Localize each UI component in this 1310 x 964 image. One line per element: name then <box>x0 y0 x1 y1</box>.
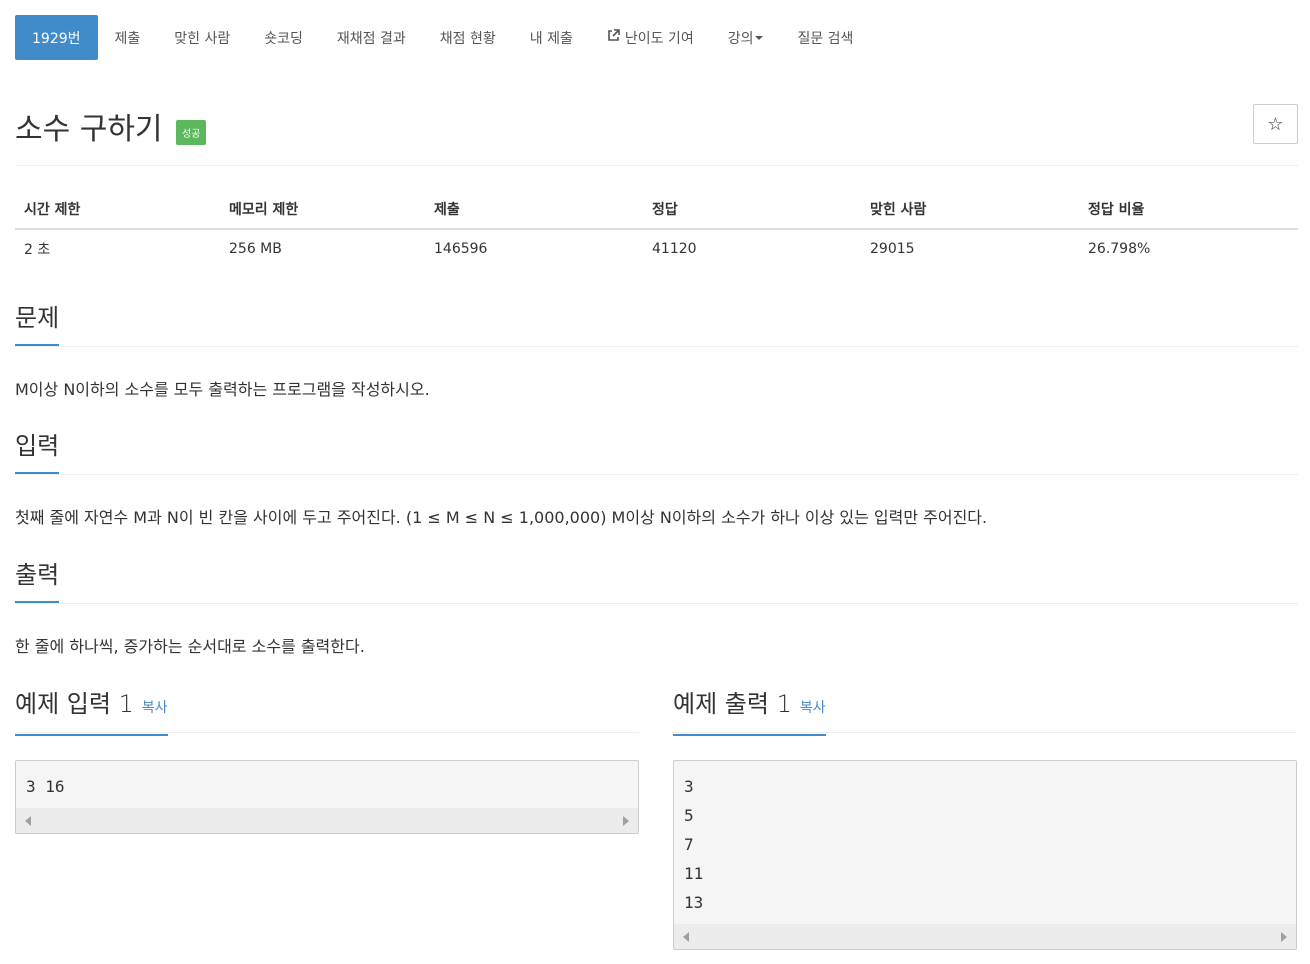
col-solved-users: 맞힌 사람 <box>861 190 1079 230</box>
section-heading: 입력 <box>15 428 1298 475</box>
nav-rejudge-results[interactable]: 재채점 결과 <box>320 15 423 60</box>
copy-sample-output-link[interactable]: 복사 <box>800 700 826 716</box>
sample-input-title: 예제 입력 1 <box>15 690 134 718</box>
description-heading: 문제 <box>15 300 60 346</box>
col-accept-ratio: 정답 비율 <box>1079 190 1298 230</box>
problem-nav: 1929번 제출 맞힌 사람 숏코딩 재채점 결과 채점 현황 내 제출 난이도… <box>15 15 870 60</box>
horizontal-scrollbar[interactable] <box>16 808 638 833</box>
nav-label: 제출 <box>114 30 141 47</box>
description-section: 문제 M이상 N이하의 소수를 모두 출력하는 프로그램을 작성하시오. <box>15 300 1298 401</box>
caret-down-icon <box>755 35 764 40</box>
nav-label: 숏코딩 <box>264 30 303 47</box>
sample-output-heading: 예제 출력 1 복사 <box>673 686 826 736</box>
output-text: 한 줄에 하나씩, 증가하는 순서대로 소수를 출력한다. <box>15 637 365 656</box>
scroll-right-icon[interactable] <box>623 816 629 826</box>
output-section: 출력 한 줄에 하나씩, 증가하는 순서대로 소수를 출력한다. <box>15 557 1298 658</box>
star-icon: ☆ <box>1267 113 1284 135</box>
accept-ratio-value: 26.798% <box>1088 241 1151 257</box>
sample-output-title: 예제 출력 1 <box>673 690 792 718</box>
output-heading: 출력 <box>15 557 60 603</box>
description-text: M이상 N이하의 소수를 모두 출력하는 프로그램을 작성하시오. <box>15 380 430 399</box>
nav-label: 강의 <box>727 30 754 47</box>
nav-submit[interactable]: 제출 <box>98 15 158 60</box>
sample-output-section: 예제 출력 1 복사 3 5 7 11 13 <box>673 686 1297 950</box>
section-heading: 예제 출력 1 복사 <box>673 686 1297 736</box>
input-text: 첫째 줄에 자연수 M과 N이 빈 칸을 사이에 두고 주어진다. (1 ≤ M… <box>15 508 988 527</box>
nav-solved-users[interactable]: 맞힌 사람 <box>157 15 247 60</box>
nav-problem-number[interactable]: 1929번 <box>15 15 98 60</box>
problem-info-table: 시간 제한 메모리 제한 제출 정답 맞힌 사람 정답 비율 2 초 256 M… <box>15 190 1298 268</box>
scroll-left-icon[interactable] <box>25 816 31 826</box>
table-row: 2 초 256 MB 146596 41120 29015 26.798% <box>15 229 1298 268</box>
solved-users-value: 29015 <box>870 241 915 257</box>
nav-short-coding[interactable]: 숏코딩 <box>247 15 320 60</box>
nav-label: 난이도 기여 <box>624 30 694 47</box>
nav-label: 채점 현황 <box>439 30 496 47</box>
nav-label: 질문 검색 <box>797 30 854 47</box>
nav-question-search[interactable]: 질문 검색 <box>780 15 870 60</box>
copy-sample-input-link[interactable]: 복사 <box>142 700 168 716</box>
sample-output-box[interactable]: 3 5 7 11 13 <box>673 760 1297 950</box>
col-accepted: 정답 <box>643 190 861 230</box>
sample-input-heading: 예제 입력 1 복사 <box>15 686 168 736</box>
favorite-star-button[interactable]: ☆ <box>1253 104 1298 144</box>
col-memory-limit: 메모리 제한 <box>220 190 425 230</box>
section-heading: 문제 <box>15 300 1298 347</box>
page-title: 소수 구하기 <box>15 112 163 147</box>
nav-lectures-dropdown[interactable]: 강의 <box>711 15 781 60</box>
submissions-value: 146596 <box>434 241 488 257</box>
sample-input-box[interactable]: 3 16 <box>15 760 639 834</box>
horizontal-scrollbar[interactable] <box>674 924 1296 949</box>
nav-judge-status[interactable]: 채점 현황 <box>423 15 513 60</box>
input-section: 입력 첫째 줄에 자연수 M과 N이 빈 칸을 사이에 두고 주어진다. (1 … <box>15 428 1298 529</box>
section-heading: 출력 <box>15 557 1298 604</box>
accepted-value: 41120 <box>652 241 697 257</box>
nav-difficulty-contribution[interactable]: 난이도 기여 <box>590 15 711 60</box>
input-heading: 입력 <box>15 428 60 474</box>
scroll-right-icon[interactable] <box>1281 932 1287 942</box>
sample-input-section: 예제 입력 1 복사 3 16 <box>15 686 639 834</box>
nav-label: 재채점 결과 <box>336 30 406 47</box>
nav-label: 내 제출 <box>529 30 573 47</box>
table-header-row: 시간 제한 메모리 제한 제출 정답 맞힌 사람 정답 비율 <box>15 190 1298 230</box>
memory-limit-value: 256 MB <box>229 241 282 257</box>
col-submissions: 제출 <box>425 190 643 230</box>
problem-header: 소수 구하기 성공 ☆ <box>15 100 1298 166</box>
status-badge: 성공 <box>176 120 207 145</box>
col-time-limit: 시간 제한 <box>15 190 220 230</box>
scroll-left-icon[interactable] <box>683 932 689 942</box>
external-link-icon <box>607 29 620 46</box>
sample-output-content: 3 5 7 11 13 <box>684 777 704 912</box>
sample-input-content: 3 16 <box>26 777 65 796</box>
nav-label: 맞힌 사람 <box>174 30 231 47</box>
time-limit-value: 2 초 <box>24 242 51 258</box>
section-heading: 예제 입력 1 복사 <box>15 686 639 736</box>
nav-my-submissions[interactable]: 내 제출 <box>513 15 590 60</box>
nav-label: 1929번 <box>32 30 81 47</box>
